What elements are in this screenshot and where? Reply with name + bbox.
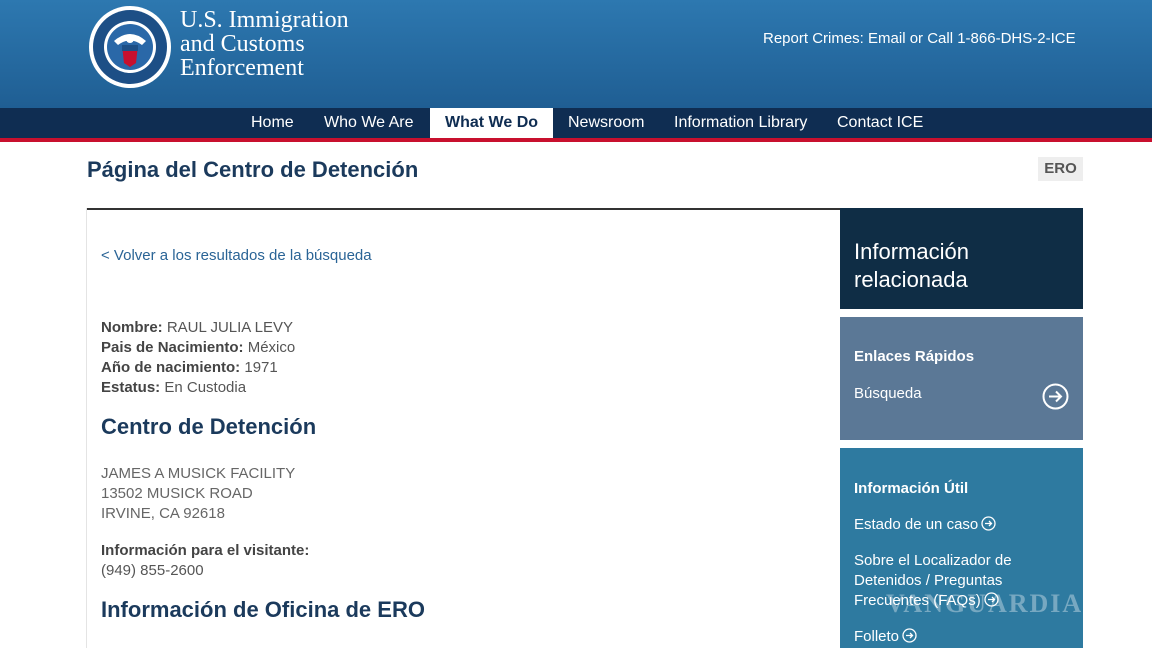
detail-value: En Custodia: [164, 379, 247, 396]
nav-newsroom[interactable]: Newsroom: [553, 108, 659, 138]
visitor-phone: (949) 855-2600: [101, 562, 204, 579]
nav-information-library[interactable]: Information Library: [659, 108, 822, 138]
address-line: JAMES A MUSICK FACILITY: [101, 465, 296, 482]
ero-badge: ERO: [1038, 157, 1083, 181]
nav-home[interactable]: Home: [236, 108, 309, 138]
detail-label: Año de nacimiento:: [101, 359, 241, 376]
arrow-circle-icon: [981, 516, 996, 531]
site-header: [0, 0, 1152, 108]
facility-heading: Centro de Detención: [101, 414, 317, 439]
detail-label: Nombre:: [101, 319, 163, 336]
detail-value: RAUL JULIA LEVY: [166, 319, 294, 336]
back-to-results-link[interactable]: < Volver a los resultados de la búsqueda: [101, 247, 372, 264]
nav-who-we-are[interactable]: Who We Are: [309, 108, 429, 138]
dhs-seal-icon[interactable]: [88, 5, 172, 89]
brochure-link[interactable]: Folleto: [854, 627, 917, 647]
agency-name-line1: U.S. Immigration: [180, 7, 349, 33]
quick-links-panel: [840, 317, 1083, 440]
agency-name[interactable]: U.S. Immigration and Customs Enforcement: [180, 8, 349, 80]
address-line: IRVINE, CA 92618: [101, 505, 225, 522]
detail-label: Estatus:: [101, 379, 161, 396]
nav-accent-bar: [0, 138, 1152, 142]
detail-value: México: [247, 339, 296, 356]
case-status-link[interactable]: Estado de un caso: [854, 515, 996, 535]
detail-status: Estatus: En Custodia: [101, 378, 246, 398]
ero-office-heading: Información de Oficina de ERO: [101, 597, 425, 622]
detail-country: Pais de Nacimiento: México: [101, 338, 295, 358]
content-border: [86, 208, 87, 648]
address-line: 13502 MUSICK ROAD: [101, 485, 253, 502]
agency-name-line2: and Customs: [180, 31, 305, 57]
watermark: VANGUARDIA: [886, 589, 1084, 618]
case-status-label: Estado de un caso: [854, 516, 979, 533]
nav-what-we-do[interactable]: What We Do: [430, 108, 554, 138]
useful-info-label: Información Útil: [854, 480, 969, 497]
title-divider: [86, 208, 842, 210]
detail-value: 1971: [244, 359, 278, 376]
facility-address: JAMES A MUSICK FACILITY 13502 MUSICK ROA…: [101, 464, 295, 524]
related-info-title: Información relacionada: [854, 239, 969, 292]
visitor-info-label: Información para el visitante:: [101, 542, 310, 559]
nav-contact-ice[interactable]: Contact ICE: [822, 108, 938, 138]
page-title: Página del Centro de Detención: [87, 157, 419, 182]
arrow-circle-icon[interactable]: [1042, 383, 1069, 410]
detail-label: Pais de Nacimiento:: [101, 339, 244, 356]
quick-links-label: Enlaces Rápidos: [854, 348, 975, 365]
agency-name-line3: Enforcement: [180, 55, 304, 81]
report-crimes-text[interactable]: Report Crimes: Email or Call 1-866-DHS-2…: [763, 30, 1076, 47]
search-link[interactable]: Búsqueda: [854, 384, 922, 404]
detail-birth-year: Año de nacimiento: 1971: [101, 358, 278, 378]
arrow-circle-icon: [902, 628, 917, 643]
detail-name: Nombre: RAUL JULIA LEVY: [101, 318, 293, 338]
brochure-label: Folleto: [854, 628, 900, 645]
